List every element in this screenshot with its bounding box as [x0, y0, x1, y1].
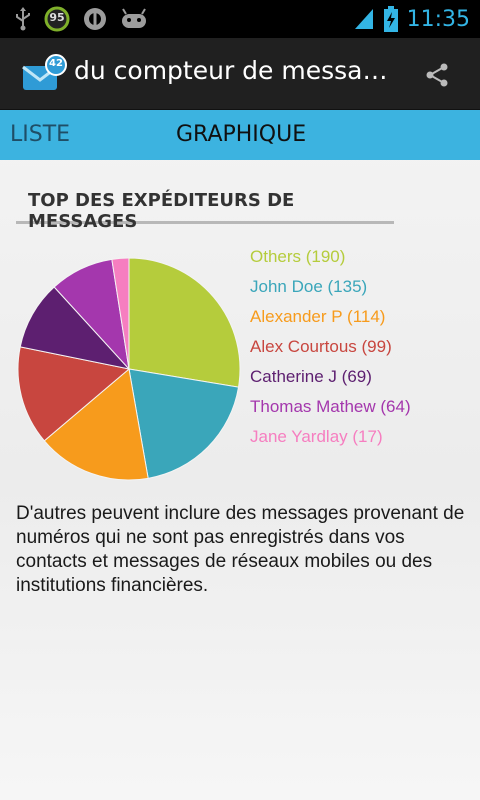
legend-label: Thomas Mathew (64) — [250, 397, 411, 416]
legend-item: John Doe (135) — [250, 276, 411, 306]
app-title: du compteur de messag… — [74, 56, 394, 85]
footnote-text: D'autres peuvent inclure des messages pr… — [16, 503, 465, 596]
status-bar: 95 11:35 — [0, 0, 480, 38]
clock: 11:35 — [406, 6, 470, 32]
action-bar: 42 du compteur de messag… — [0, 38, 480, 110]
legend-label: Others (190) — [250, 247, 346, 266]
tab-liste[interactable]: LISTE — [10, 122, 70, 147]
legend-item: Thomas Mathew (64) — [250, 396, 411, 426]
legend-label: Jane Yardlay (17) — [250, 427, 383, 446]
pie-chart — [17, 257, 241, 481]
legend-item: Others (190) — [250, 246, 411, 276]
app-icon[interactable]: 42 — [22, 54, 68, 94]
sync-icon — [84, 8, 106, 30]
signal-icon — [354, 9, 373, 29]
legend-item: Jane Yardlay (17) — [250, 426, 411, 456]
legend-item: Alex Courtous (99) — [250, 336, 411, 366]
legend-label: Catherine J (69) — [250, 367, 372, 386]
legend-label: Alex Courtous (99) — [250, 337, 392, 356]
legend-item: Alexander P (114) — [250, 306, 411, 336]
pie-slice-0 — [128, 257, 241, 388]
tab-graphique[interactable]: GRAPHIQUE — [176, 122, 306, 147]
android-icon — [122, 8, 146, 28]
share-icon[interactable] — [424, 62, 450, 88]
chart-legend: Others (190) John Doe (135) Alexander P (1… — [250, 246, 411, 456]
battery-icon — [383, 6, 398, 32]
section-title: TOP DES EXPÉDITEURS DE MESSAGES — [16, 190, 394, 232]
battery-level-icon: 95 — [44, 6, 70, 32]
tab-bar: LISTE GRAPHIQUE — [0, 110, 480, 160]
legend-item: Catherine J (69) — [250, 366, 411, 396]
legend-label: John Doe (135) — [250, 277, 368, 296]
usb-icon — [16, 7, 30, 31]
battery-level-badge: 95 — [49, 11, 65, 24]
app-badge: 42 — [49, 58, 63, 69]
legend-label: Alexander P (114) — [250, 307, 386, 326]
